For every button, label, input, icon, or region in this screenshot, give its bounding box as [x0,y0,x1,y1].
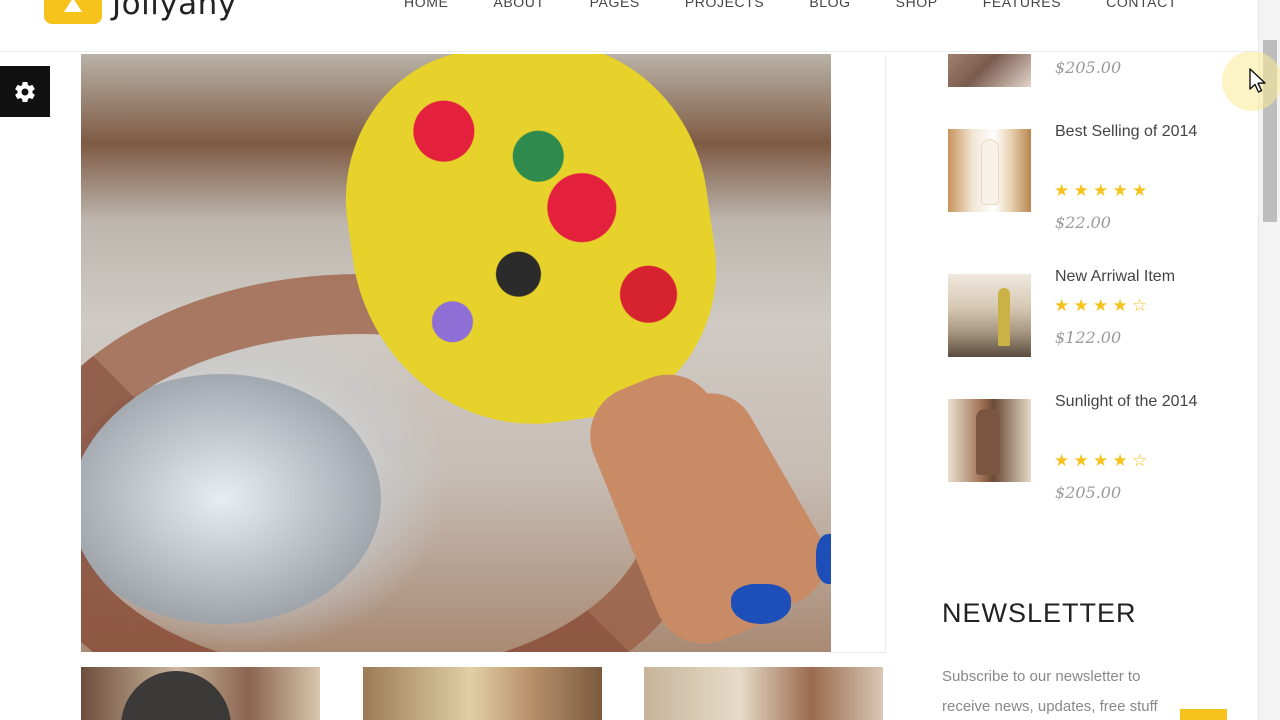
star-icon: ★ [1073,451,1090,470]
blue-shoe [816,534,831,584]
star-icon: ★ [1073,181,1090,200]
star-rating: ★ ★ ★ ★ ★ [1054,181,1152,201]
star-icon: ★ [1112,451,1129,470]
gallery-thumbnail[interactable] [81,667,320,720]
star-icon: ★ [1054,181,1071,200]
gallery-thumbnail[interactable] [644,667,883,720]
content-divider [831,54,886,653]
model-figure [998,288,1010,346]
nav-projects[interactable]: PROJECTS [685,0,764,10]
product-thumbnail[interactable] [948,129,1031,212]
product-price: $205.00 [1055,483,1122,502]
product-title[interactable]: Best Selling of 2014 [1055,117,1205,147]
star-icon: ★ [1132,181,1149,200]
star-icon: ★ [1054,451,1071,470]
product-thumbnail[interactable] [948,399,1031,482]
product-title[interactable]: Sunlight of the 2014 [1055,387,1205,417]
star-icon: ★ [1112,181,1129,200]
star-icon: ★ [1093,451,1110,470]
model-figure [981,139,999,205]
nav-blog[interactable]: BLOG [809,0,850,10]
nav-home[interactable]: HOME [404,0,448,10]
product-thumbnail[interactable] [948,274,1031,357]
nav-features[interactable]: FEATURES [983,0,1061,10]
brand-name[interactable]: Jollyany [112,0,237,22]
product-title[interactable]: New Arriwal Item [1055,262,1205,292]
umbrella-shape [121,671,231,720]
gear-icon [15,81,35,102]
star-icon: ★ [1054,296,1071,315]
site-header: Jollyany HOME ABOUT PAGES PROJECTS BLOG … [0,0,1258,52]
main-nav: HOME ABOUT PAGES PROJECTS BLOG SHOP FEAT… [404,0,1177,10]
star-icon: ★ [1093,181,1110,200]
star-outline-icon: ☆ [1132,451,1149,470]
star-icon: ★ [1112,296,1129,315]
main-product-image[interactable] [81,54,831,652]
back-to-top-button[interactable] [1180,709,1227,720]
newsletter-description: Subscribe to our newsletter to receive n… [942,668,1158,715]
nav-about[interactable]: ABOUT [493,0,544,10]
gallery-thumbnail[interactable] [363,667,602,720]
product-price: $122.00 [1055,328,1122,347]
product-price: $22.00 [1055,213,1111,232]
logo-icon[interactable] [44,0,102,24]
star-icon: ★ [1093,296,1110,315]
star-rating: ★ ★ ★ ★ ☆ [1054,451,1152,471]
nav-pages[interactable]: PAGES [590,0,640,10]
mouse-pointer-icon [1249,68,1266,93]
style-switcher-button[interactable] [0,66,50,117]
nav-shop[interactable]: SHOP [896,0,938,10]
blue-shoe [731,584,791,624]
model-figure [976,409,1000,475]
newsletter-heading: NEWSLETTER [942,598,1137,628]
star-icon: ★ [1073,296,1090,315]
star-rating: ★ ★ ★ ★ ☆ [1054,296,1152,316]
nav-contact[interactable]: CONTACT [1106,0,1177,10]
star-outline-icon: ☆ [1132,296,1149,315]
product-price: $205.00 [1055,58,1122,77]
